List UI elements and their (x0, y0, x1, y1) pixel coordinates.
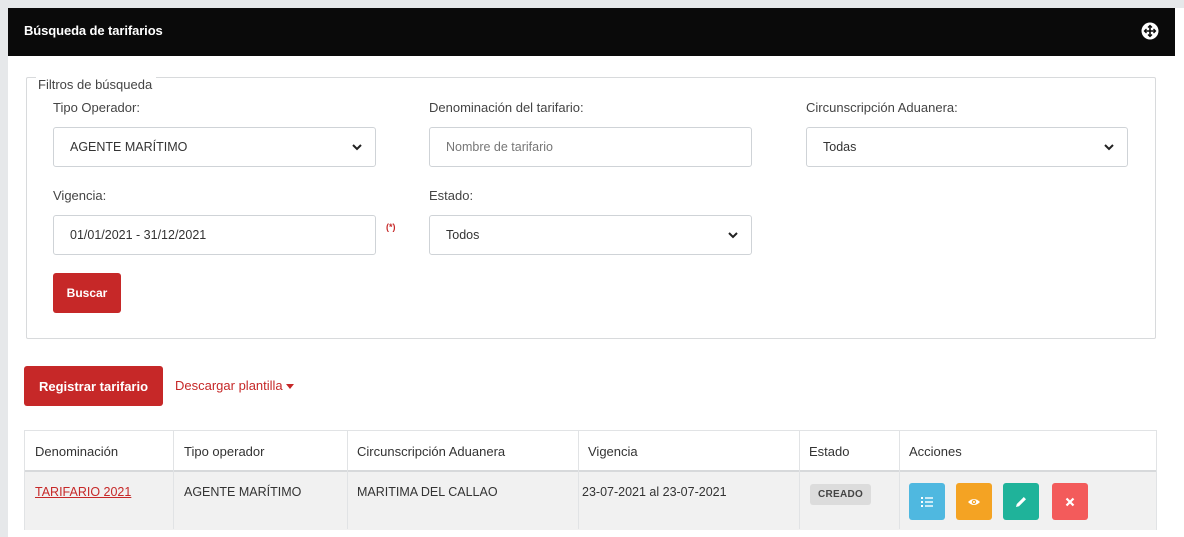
circunscripcion-cell: MARITIMA DEL CALLAO (357, 485, 498, 499)
collapse-icon[interactable] (1141, 22, 1159, 40)
eye-icon (968, 498, 980, 505)
column-divider (899, 431, 900, 529)
denominacion-placeholder: Nombre de tarifario (446, 140, 553, 154)
column-divider (799, 431, 800, 529)
estado-value: Todos (446, 228, 480, 242)
vigencia-value: 01/01/2021 - 31/12/2021 (70, 228, 207, 242)
tipo-operador-select[interactable]: AGENTE MARÍTIMO (53, 127, 376, 167)
list-icon (921, 496, 933, 507)
tipo-operador-cell: AGENTE MARÍTIMO (184, 485, 302, 499)
estado-label: Estado: (429, 188, 474, 203)
denominacion-link-text: TARIFARIO 2021 (35, 485, 132, 499)
view-button[interactable] (956, 483, 992, 520)
chevron-down-icon (1104, 144, 1114, 151)
required-mark: (*) (386, 222, 396, 232)
download-template-label: Descargar plantilla (175, 378, 283, 393)
register-tariff-button[interactable]: Registrar tarifario (24, 366, 163, 406)
column-header: Circunscripción Aduanera (357, 444, 506, 459)
column-divider (578, 431, 579, 529)
column-header: Acciones (909, 444, 962, 459)
denominacion-link[interactable]: TARIFARIO 2021 (35, 485, 131, 499)
delete-button[interactable] (1052, 483, 1088, 520)
pencil-icon (1016, 496, 1026, 507)
chevron-down-icon (728, 232, 738, 239)
column-divider (173, 431, 174, 529)
table-header: Denominación Tipo operador Circunscripci… (25, 431, 1156, 472)
edit-button[interactable] (1003, 483, 1039, 520)
circunscripcion-select[interactable]: Todas (806, 127, 1128, 167)
column-divider (347, 431, 348, 529)
search-filters-fieldset (26, 77, 1156, 339)
search-button[interactable]: Buscar (53, 273, 121, 313)
denominacion-input[interactable]: Nombre de tarifario (429, 127, 752, 167)
details-button[interactable] (909, 483, 945, 520)
caret-down-icon (285, 384, 294, 390)
column-header: Tipo operador (184, 444, 265, 459)
circunscripcion-value: Todas (823, 140, 857, 154)
filters-legend: Filtros de búsqueda (36, 77, 157, 92)
vigencia-cell: 23-07-2021 al 23-07-2021 (582, 485, 727, 499)
panel-header: Búsqueda de tarifarios (8, 8, 1175, 56)
tipo-operador-label: Tipo Operador: (53, 100, 140, 115)
circunscripcion-label: Circunscripción Aduanera: (806, 100, 958, 115)
status-badge: CREADO (810, 484, 872, 505)
panel-title: Búsqueda de tarifarios (24, 23, 163, 38)
table-row: TARIFARIO 2021 AGENTE MARÍTIMO MARITIMA … (25, 472, 1156, 530)
column-header: Denominación (35, 444, 119, 459)
estado-select[interactable]: Todos (429, 215, 752, 255)
vigencia-date-range-input[interactable]: 01/01/2021 - 31/12/2021 (53, 215, 376, 255)
chevron-down-icon (352, 144, 362, 151)
column-header: Estado (809, 444, 850, 459)
close-icon (1065, 497, 1075, 506)
denominacion-label: Denominación del tarifario: (429, 100, 584, 115)
tipo-operador-value: AGENTE MARÍTIMO (70, 140, 188, 154)
vigencia-label: Vigencia: (53, 188, 107, 203)
download-template-link[interactable]: Descargar plantilla (175, 378, 294, 393)
tariffs-table: Denominación Tipo operador Circunscripci… (24, 430, 1157, 530)
column-header: Vigencia (588, 444, 638, 459)
